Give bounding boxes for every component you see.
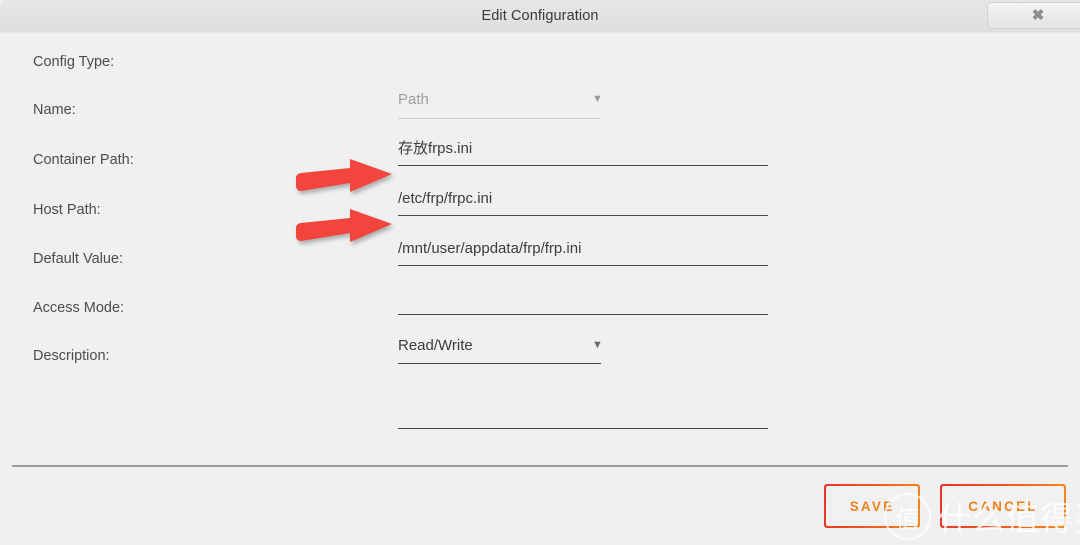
description-underline [398, 428, 768, 429]
page-title: Edit Configuration [481, 8, 599, 24]
default-value-underline [398, 314, 768, 315]
cancel-button-label: CANCEL [942, 486, 1064, 526]
dialog-titlebar: Edit Configuration [0, 0, 1080, 32]
access-mode-underline [398, 363, 601, 364]
description-textarea[interactable] [398, 384, 768, 454]
label-host-path: Host Path: [33, 202, 101, 218]
cancel-button[interactable]: CANCEL [940, 484, 1066, 528]
label-default-value: Default Value: [33, 251, 124, 267]
container-path-input[interactable]: /etc/frp/frpc.ini [398, 189, 492, 209]
chevron-down-icon-access-mode[interactable]: ▼ [592, 340, 603, 351]
label-container-path: Container Path: [33, 152, 134, 168]
label-access-mode: Access Mode: [33, 300, 125, 316]
close-button[interactable]: ✖ [987, 2, 1080, 29]
label-config-type: Config Type: [33, 54, 115, 70]
config-type-underline [398, 118, 601, 119]
save-button[interactable]: SAVE [824, 484, 920, 528]
footer-divider [12, 465, 1068, 467]
arrow-host-path-icon [292, 206, 396, 251]
name-input[interactable]: 存放frps.ini [398, 139, 472, 159]
label-description: Description: [33, 348, 110, 364]
access-mode-value: Read/Write [398, 337, 473, 354]
arrow-container-path-icon [292, 156, 396, 201]
container-path-value: /etc/frp/frpc.ini [398, 190, 493, 207]
container-path-underline [398, 215, 768, 216]
label-name: Name: [33, 102, 76, 118]
config-type-select[interactable]: Path [398, 90, 429, 110]
host-path-input[interactable]: /mnt/user/appdata/frp/frp.ini [398, 239, 581, 259]
host-path-underline [398, 265, 768, 266]
config-type-value: Path [398, 91, 429, 108]
edit-configuration-form: Config Type: Path ▼ Name: 存放frps.ini Con… [0, 32, 1080, 465]
save-button-label: SAVE [826, 486, 918, 526]
name-underline [398, 165, 768, 166]
close-icon: ✖ [1031, 7, 1045, 24]
host-path-value: /mnt/user/appdata/frp/frp.ini [398, 240, 582, 257]
chevron-down-icon-config-type[interactable]: ▼ [592, 94, 603, 105]
name-value: 存放frps.ini [398, 140, 473, 157]
access-mode-select[interactable]: Read/Write [398, 336, 473, 356]
